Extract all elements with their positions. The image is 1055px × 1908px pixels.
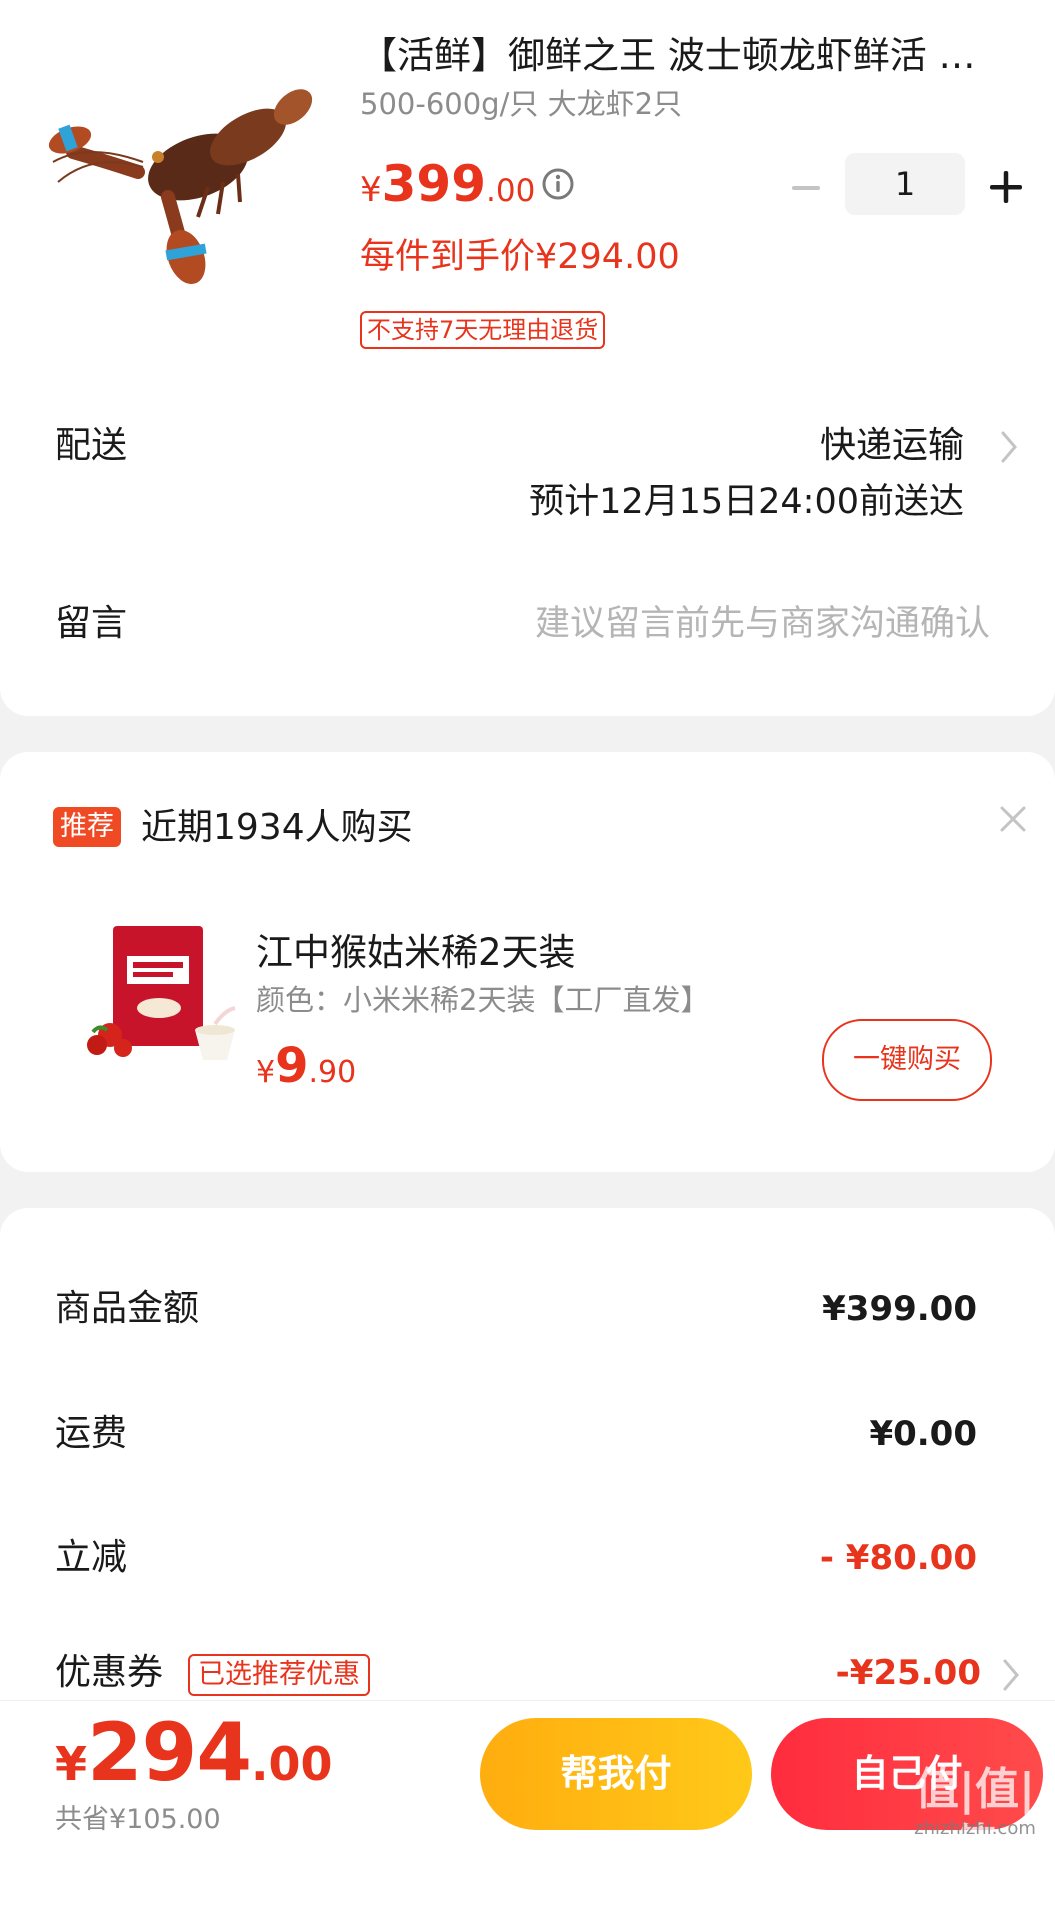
price-decimal: .90 [308, 1055, 357, 1090]
recommend-product-name[interactable]: 江中猴姑米稀2天装 [256, 927, 576, 979]
price-integer: 9 [275, 1038, 309, 1094]
price-symbol: ¥ [360, 170, 382, 210]
increase-quantity-button[interactable] [986, 167, 1026, 207]
price-decimal: .00 [486, 173, 536, 209]
total-price: ¥294.00 [55, 1706, 333, 1799]
coupon-value[interactable]: -¥25.00 [836, 1648, 981, 1698]
decrease-quantity-button[interactable] [788, 170, 824, 206]
close-icon[interactable] [999, 805, 1027, 833]
final-price-per-item: 每件到手价¥294.00 [360, 237, 680, 277]
price-integer: 399 [381, 155, 487, 213]
help-me-pay-button[interactable]: 帮我付 [480, 1718, 752, 1830]
note-label: 留言 [55, 603, 128, 644]
instant-discount-value: - ¥80.00 [819, 1538, 977, 1578]
goods-amount-value: ¥399.00 [822, 1289, 977, 1329]
order-item-card: 【活鲜】御鲜之王 波士顿龙虾鲜活 … 500-600g/只 大龙虾2只 ¥399… [0, 0, 1055, 716]
price-symbol: ¥ [256, 1055, 276, 1090]
coupon-label: 优惠券 [55, 1652, 164, 1693]
price-integer: 294 [87, 1706, 252, 1799]
recommend-product-spec: 颜色：小米米稀2天装【工厂直发】 [256, 983, 710, 1017]
product-title[interactable]: 【活鲜】御鲜之王 波士顿龙虾鲜活 … [360, 30, 1020, 82]
shipping-fee-value: ¥0.00 [869, 1414, 977, 1454]
product-sku: 500-600g/只 大龙虾2只 [360, 87, 683, 121]
delivery-mode[interactable]: 快递运输 [820, 421, 964, 471]
coupon-selected-badge: 已选推荐优惠 [188, 1654, 370, 1696]
recommend-product-price: ¥9.90 [256, 1038, 356, 1094]
chevron-right-icon[interactable] [1002, 1658, 1020, 1692]
instant-discount-label: 立减 [55, 1537, 128, 1578]
delivery-label: 配送 [55, 425, 128, 466]
recommend-badge: 推荐 [53, 807, 121, 847]
site-watermark: 值|值|值 zhizhizhi.com [900, 1762, 1050, 1871]
info-icon[interactable] [541, 167, 575, 201]
rice-paste-product-image [87, 926, 236, 1060]
delivery-eta: 预计12月15日24:00前送达 [529, 482, 964, 522]
lobster-image [48, 89, 313, 285]
quantity-field[interactable]: 1 [845, 153, 965, 215]
no-return-badge: 不支持7天无理由退货 [360, 311, 606, 349]
watermark-domain: zhizhizhi.com [914, 1818, 1036, 1839]
product-price: ¥399.00 [360, 155, 535, 213]
one-click-buy-button[interactable]: 一键购买 [822, 1019, 992, 1101]
shipping-fee-label: 运费 [55, 1413, 128, 1454]
recommend-title: 近期1934人购买 [141, 807, 413, 848]
price-decimal: .00 [251, 1737, 333, 1791]
price-symbol: ¥ [55, 1737, 88, 1791]
note-input[interactable] [430, 596, 990, 652]
chevron-right-icon[interactable] [1000, 430, 1018, 464]
total-saved: 共省¥105.00 [55, 1804, 221, 1835]
goods-amount-label: 商品金额 [55, 1288, 200, 1329]
